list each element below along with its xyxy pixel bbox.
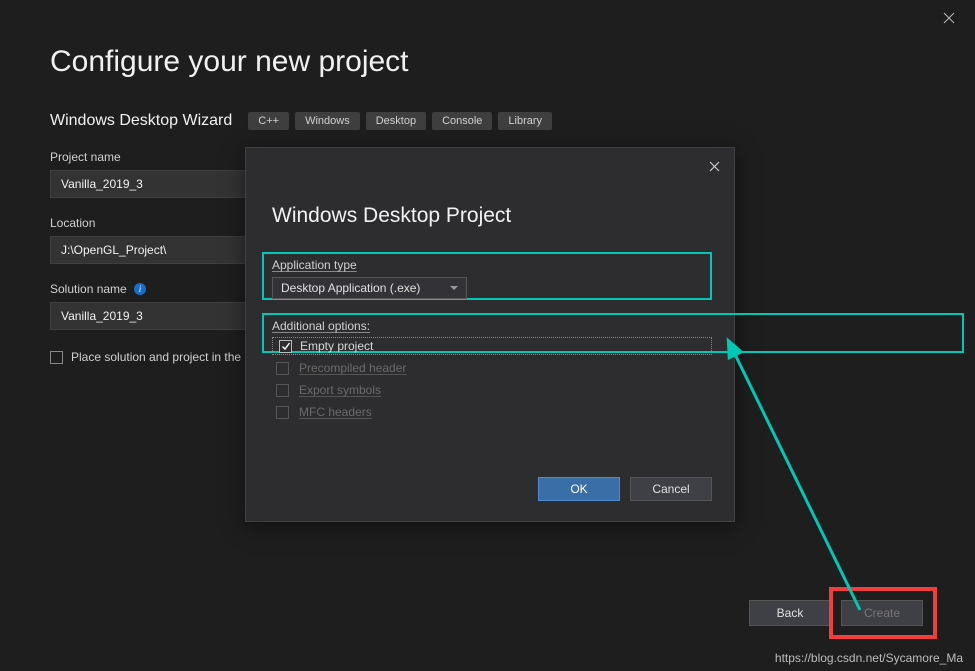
place-solution-label: Place solution and project in the	[71, 350, 241, 364]
precompiled-header-row: Precompiled header	[276, 361, 406, 375]
disabled-options-group: Precompiled header Export symbols MFC he…	[276, 361, 406, 419]
tag-cpp: C++	[248, 112, 289, 130]
tag-windows: Windows	[295, 112, 360, 130]
mfc-headers-label: MFC headers	[299, 405, 372, 419]
window-close-button[interactable]	[941, 10, 957, 26]
mfc-headers-row: MFC headers	[276, 405, 406, 419]
application-type-dropdown[interactable]: Desktop Application (.exe)	[272, 277, 467, 299]
place-solution-checkbox[interactable]	[50, 351, 63, 364]
tag-desktop: Desktop	[366, 112, 426, 130]
annotation-highlight-additional-options: Additional options: Empty project	[262, 313, 964, 353]
watermark-text: https://blog.csdn.net/Sycamore_Ma	[775, 651, 963, 665]
close-icon	[709, 161, 720, 172]
chevron-down-icon	[450, 286, 458, 290]
project-template-name: Windows Desktop Wizard	[50, 112, 232, 130]
export-symbols-checkbox	[276, 384, 289, 397]
dialog-title: Windows Desktop Project	[272, 204, 734, 228]
back-button[interactable]: Back	[749, 600, 831, 626]
template-tags: C++ Windows Desktop Console Library	[248, 112, 552, 130]
empty-project-label: Empty project	[300, 339, 373, 353]
export-symbols-label: Export symbols	[299, 383, 381, 397]
precompiled-header-label: Precompiled header	[299, 361, 406, 375]
mfc-headers-checkbox	[276, 406, 289, 419]
tag-console: Console	[432, 112, 492, 130]
cancel-button[interactable]: Cancel	[630, 477, 712, 501]
dialog-close-button[interactable]	[706, 158, 722, 174]
empty-project-checkbox[interactable]	[279, 340, 292, 353]
additional-options-label: Additional options:	[272, 319, 954, 333]
page-title: Configure your new project	[50, 45, 409, 79]
info-icon[interactable]: i	[133, 282, 147, 296]
solution-name-label-text: Solution name	[50, 282, 127, 296]
precompiled-header-checkbox	[276, 362, 289, 375]
annotation-arrow	[710, 310, 910, 620]
close-icon	[943, 12, 955, 24]
annotation-highlight-app-type: Application type Desktop Application (.e…	[262, 252, 712, 300]
subtitle-row: Windows Desktop Wizard C++ Windows Deskt…	[50, 112, 552, 130]
export-symbols-row: Export symbols	[276, 383, 406, 397]
empty-project-checkbox-row[interactable]: Empty project	[272, 337, 712, 355]
wizard-button-row: Back Create	[749, 600, 923, 626]
windows-desktop-project-dialog: Windows Desktop Project Application type…	[245, 147, 735, 522]
application-type-value: Desktop Application (.exe)	[281, 281, 420, 295]
tag-library: Library	[498, 112, 552, 130]
checkmark-icon	[281, 341, 291, 351]
create-button[interactable]: Create	[841, 600, 923, 626]
application-type-label: Application type	[272, 258, 702, 272]
dialog-button-row: OK Cancel	[538, 477, 712, 501]
ok-button[interactable]: OK	[538, 477, 620, 501]
